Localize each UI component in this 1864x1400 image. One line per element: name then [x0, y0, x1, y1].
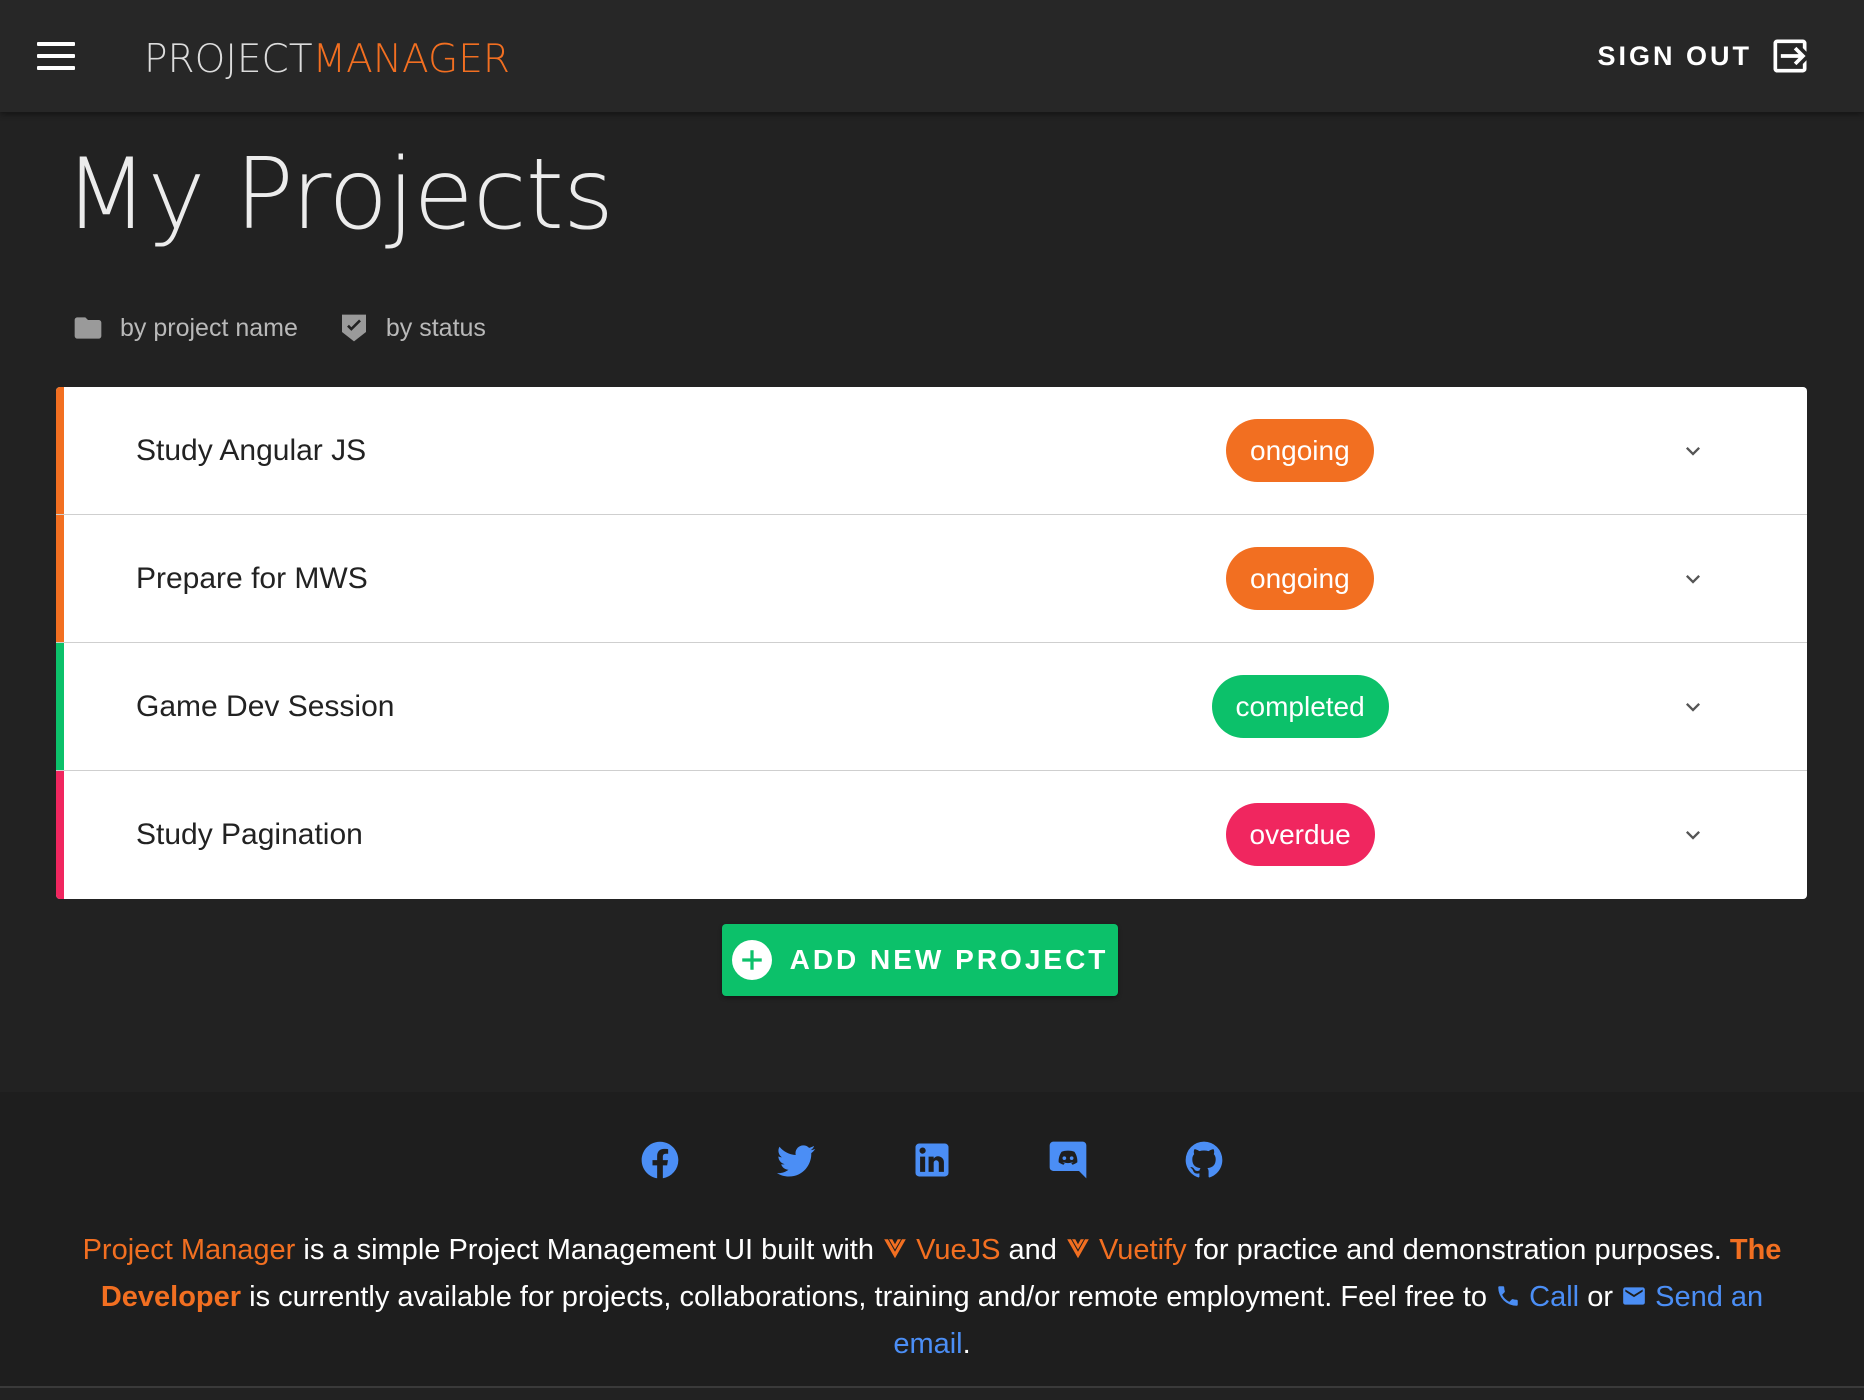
- footer-text-2: and: [1000, 1234, 1065, 1266]
- status-chip: ongoing: [1226, 547, 1374, 610]
- project-title: Game Dev Session: [136, 689, 395, 723]
- footer-text-6: .: [962, 1328, 971, 1360]
- email-icon: [1621, 1278, 1647, 1322]
- status-chip: completed: [1211, 675, 1389, 738]
- status-accent-bar: [56, 643, 64, 770]
- footer-description: Project Manager is a simple Project Mana…: [80, 1228, 1784, 1366]
- add-new-project-label: ADD NEW PROJECT: [789, 944, 1109, 975]
- github-icon[interactable]: [1182, 1138, 1226, 1182]
- chevron-down-icon[interactable]: [1679, 693, 1707, 721]
- sign-out-button[interactable]: SIGN OUT: [1597, 28, 1812, 84]
- vuetify-icon: [1065, 1231, 1091, 1275]
- vue-icon: [882, 1231, 908, 1275]
- status-accent-bar: [56, 387, 64, 514]
- linkedin-icon[interactable]: [910, 1138, 954, 1182]
- discord-icon[interactable]: [1046, 1138, 1090, 1182]
- app-bar: PROJECTMANAGER SIGN OUT: [0, 0, 1864, 112]
- project-title: Study Angular JS: [136, 433, 367, 467]
- status-accent-bar: [56, 515, 64, 642]
- chevron-down-icon[interactable]: [1679, 821, 1707, 849]
- brand-part-2: MANAGER: [312, 37, 510, 82]
- project-row[interactable]: Prepare for MWS ongoing: [56, 515, 1807, 643]
- facebook-icon[interactable]: [638, 1138, 682, 1182]
- add-new-project-button[interactable]: ADD NEW PROJECT: [722, 924, 1118, 996]
- sort-by-name-label: by project name: [120, 313, 298, 342]
- project-title: Study Pagination: [136, 818, 363, 851]
- footer-text-1: is a simple Project Management UI built …: [295, 1234, 883, 1266]
- project-manager-link[interactable]: Project Manager: [83, 1234, 296, 1266]
- project-title: Prepare for MWS: [136, 561, 368, 595]
- brand-logo: PROJECTMANAGER: [144, 33, 510, 82]
- footer-text-4: is currently available for projects, col…: [241, 1281, 1496, 1313]
- chevron-down-icon[interactable]: [1679, 565, 1707, 593]
- page-title: My Projects: [64, 138, 614, 252]
- vuetify-link[interactable]: Vuetify: [1099, 1234, 1187, 1266]
- sort-by-name-button[interactable]: by project name: [72, 312, 298, 344]
- project-list: Study Angular JS ongoing Prepare for MWS…: [56, 387, 1807, 899]
- plus-circle-icon: [731, 940, 772, 980]
- check-badge-icon: [341, 314, 366, 342]
- project-row[interactable]: Game Dev Session completed: [56, 643, 1807, 771]
- phone-icon: [1495, 1278, 1521, 1322]
- folder-icon: [74, 317, 102, 339]
- status-chip: overdue: [1225, 803, 1375, 866]
- status-chip: ongoing: [1226, 419, 1374, 482]
- twitter-icon[interactable]: [774, 1138, 818, 1182]
- footer-text-5: or: [1579, 1281, 1622, 1313]
- sort-by-status-button[interactable]: by status: [338, 312, 486, 344]
- call-link[interactable]: Call: [1529, 1281, 1579, 1313]
- sort-by-status-label: by status: [385, 313, 486, 342]
- status-accent-bar: [56, 771, 64, 899]
- footer-text-3: for practice and demonstration purposes.: [1186, 1234, 1730, 1266]
- sort-bar: by project name by status: [72, 312, 486, 344]
- social-links: [0, 1138, 1864, 1182]
- vuejs-link[interactable]: VueJS: [916, 1234, 1000, 1266]
- brand-part-1: PROJECT: [144, 37, 313, 82]
- chevron-down-icon[interactable]: [1679, 437, 1707, 465]
- sign-out-label: SIGN OUT: [1597, 40, 1752, 71]
- menu-icon[interactable]: [24, 26, 88, 86]
- project-row[interactable]: Study Pagination overdue: [56, 771, 1807, 899]
- exit-icon: [1773, 39, 1807, 73]
- footer: Project Manager is a simple Project Mana…: [0, 1092, 1864, 1388]
- project-row[interactable]: Study Angular JS ongoing: [56, 387, 1807, 515]
